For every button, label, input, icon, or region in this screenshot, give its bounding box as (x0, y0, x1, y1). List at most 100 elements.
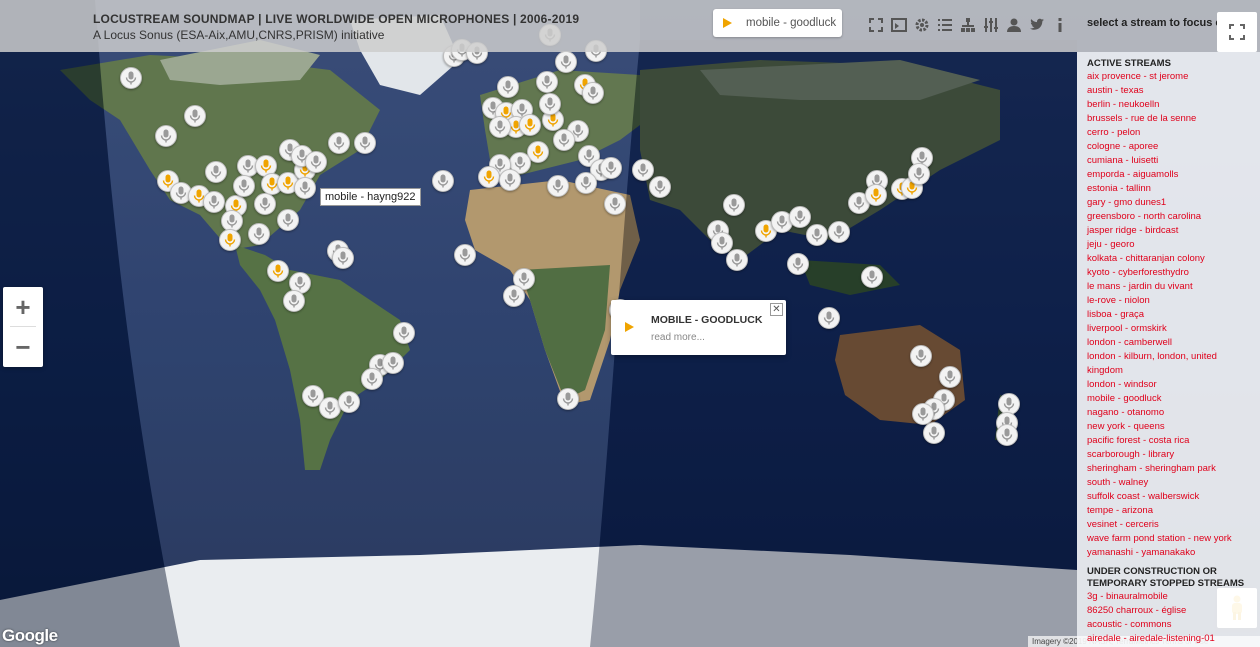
stream-marker[interactable] (996, 424, 1018, 446)
stream-marker[interactable] (547, 175, 569, 197)
stream-link[interactable]: south - walney (1087, 476, 1260, 490)
active-stream-marker[interactable] (865, 184, 887, 206)
stream-link[interactable]: 3g - binauralmobile (1087, 590, 1260, 604)
stream-link[interactable]: greensboro - north carolina (1087, 210, 1260, 224)
stream-marker[interactable] (283, 290, 305, 312)
stream-marker[interactable] (277, 209, 299, 231)
stream-link[interactable]: liverpool - ormskirk (1087, 322, 1260, 336)
stream-marker[interactable] (861, 266, 883, 288)
info-icon[interactable] (1050, 15, 1069, 34)
stream-link[interactable]: berlin - neukoelln (1087, 98, 1260, 112)
stream-marker[interactable] (632, 159, 654, 181)
stream-link[interactable]: tempe - arizona (1087, 504, 1260, 518)
stream-link[interactable]: cerro - pelon (1087, 126, 1260, 140)
stream-marker[interactable] (328, 132, 350, 154)
stream-link[interactable]: pacific forest - costa rica (1087, 434, 1260, 448)
zoom-in-button[interactable]: + (3, 287, 43, 327)
stream-link[interactable]: jeju - georo (1087, 238, 1260, 252)
stream-marker[interactable] (305, 151, 327, 173)
stream-marker[interactable] (575, 172, 597, 194)
stream-link[interactable]: kolkata - chittaranjan colony (1087, 252, 1260, 266)
stream-marker[interactable] (910, 345, 932, 367)
stream-marker[interactable] (553, 129, 575, 151)
gear-icon[interactable] (912, 15, 931, 34)
stream-marker[interactable] (582, 82, 604, 104)
stream-link[interactable]: le mans - jardin du vivant (1087, 280, 1260, 294)
stream-link[interactable]: le-rove - niolon (1087, 294, 1260, 308)
stream-link[interactable]: vesinet - cerceris (1087, 518, 1260, 532)
stream-link[interactable]: cumiana - luisetti (1087, 154, 1260, 168)
embed-icon[interactable] (889, 15, 908, 34)
world-map[interactable]: mobile - hayng922 MOBILE - GOODLUCK read… (0, 0, 1260, 647)
stream-marker[interactable] (382, 352, 404, 374)
stream-link[interactable]: mobile - goodluck (1087, 392, 1260, 406)
stream-link[interactable]: cologne - aporee (1087, 140, 1260, 154)
stream-link[interactable]: lisboa - graça (1087, 308, 1260, 322)
stream-marker[interactable] (332, 247, 354, 269)
stream-link[interactable]: jasper ridge - birdcast (1087, 224, 1260, 238)
stream-marker[interactable] (393, 322, 415, 344)
stream-marker[interactable] (604, 193, 626, 215)
stream-marker[interactable] (787, 253, 809, 275)
stream-link[interactable]: estonia - tallinn (1087, 182, 1260, 196)
stream-marker[interactable] (155, 125, 177, 147)
active-stream-marker[interactable] (519, 114, 541, 136)
stream-link[interactable]: austin - texas (1087, 84, 1260, 98)
active-stream-marker[interactable] (219, 229, 241, 251)
stream-marker[interactable] (499, 169, 521, 191)
stream-link[interactable]: new york - queens (1087, 420, 1260, 434)
stream-marker[interactable] (939, 366, 961, 388)
stream-link[interactable]: scarborough - library (1087, 448, 1260, 462)
user-icon[interactable] (1004, 15, 1023, 34)
stream-link[interactable]: london - windsor (1087, 378, 1260, 392)
stream-link[interactable]: aix provence - st jerome (1087, 70, 1260, 84)
stream-link[interactable]: suffolk coast - walberswick (1087, 490, 1260, 504)
stream-marker[interactable] (248, 223, 270, 245)
stream-marker[interactable] (184, 105, 206, 127)
stream-marker[interactable] (557, 388, 579, 410)
stream-marker[interactable] (503, 285, 525, 307)
play-icon[interactable] (625, 322, 634, 332)
stream-marker[interactable] (789, 206, 811, 228)
stream-marker[interactable] (818, 307, 840, 329)
stream-marker[interactable] (726, 249, 748, 271)
stream-marker[interactable] (233, 175, 255, 197)
stream-marker[interactable] (254, 193, 276, 215)
active-stream-marker[interactable] (478, 166, 500, 188)
stream-marker[interactable] (203, 191, 225, 213)
active-stream-marker[interactable] (267, 260, 289, 282)
mixer-icon[interactable] (981, 15, 1000, 34)
stream-marker[interactable] (828, 221, 850, 243)
stream-link[interactable]: nagano - otanomo (1087, 406, 1260, 420)
stream-marker[interactable] (294, 177, 316, 199)
stream-marker[interactable] (539, 93, 561, 115)
stream-marker[interactable] (649, 176, 671, 198)
stream-link[interactable]: emporda - aiguamolls (1087, 168, 1260, 182)
stream-marker[interactable] (923, 422, 945, 444)
stream-marker[interactable] (489, 116, 511, 138)
zoom-out-button[interactable]: − (3, 327, 43, 367)
close-icon[interactable]: ✕ (770, 303, 783, 316)
stream-link[interactable]: gary - gmo dunes1 (1087, 196, 1260, 210)
stream-link[interactable]: kyoto - cyberforesthydro (1087, 266, 1260, 280)
stream-link[interactable]: wave farm pond station - new york (1087, 532, 1247, 546)
stream-marker[interactable] (555, 51, 577, 73)
stream-marker[interactable] (908, 163, 930, 185)
stream-link[interactable]: brussels - rue de la senne (1087, 112, 1260, 126)
stream-link[interactable]: 86250 charroux - église (1087, 604, 1260, 618)
sitemap-icon[interactable] (958, 15, 977, 34)
stream-marker[interactable] (361, 368, 383, 390)
stream-marker[interactable] (806, 224, 828, 246)
list-icon[interactable] (935, 15, 954, 34)
stream-link[interactable]: acoustic - commons (1087, 618, 1260, 632)
stream-link[interactable]: london - kilburn, london, united kingdom (1087, 350, 1247, 378)
stream-link[interactable]: london - camberwell (1087, 336, 1260, 350)
stream-marker[interactable] (454, 244, 476, 266)
stream-marker[interactable] (723, 194, 745, 216)
stream-marker[interactable] (432, 170, 454, 192)
fullscreen-button[interactable] (1217, 12, 1257, 52)
read-more-link[interactable]: read more... (651, 332, 705, 343)
stream-marker[interactable] (205, 161, 227, 183)
stream-marker[interactable] (354, 132, 376, 154)
now-playing-button[interactable]: mobile - goodluck (713, 9, 842, 37)
